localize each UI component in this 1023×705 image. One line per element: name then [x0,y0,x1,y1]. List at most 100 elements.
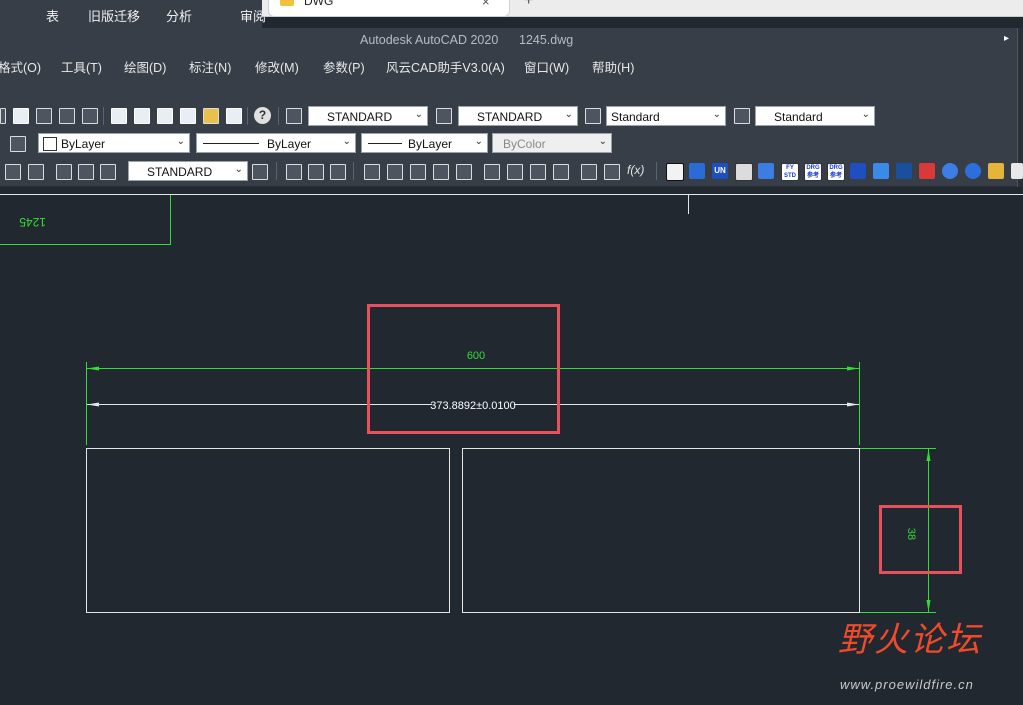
toolbar-separator [656,162,657,180]
zoom-realtime-icon[interactable] [36,108,52,124]
toolbar-separator [353,162,354,180]
film-icon[interactable] [666,163,684,181]
scale-text-icon[interactable] [100,164,116,180]
edit-text-icon[interactable] [56,164,72,180]
app-title: Autodesk AutoCAD 2020 [360,33,499,47]
dim-break-icon[interactable] [553,164,569,180]
mleader-style-icon[interactable] [734,108,750,124]
title-bar [0,28,1017,52]
dim-baseline-icon[interactable] [507,164,523,180]
dim-arrow-left-tolerance [87,402,99,407]
chevron-down-icon: ⌄ [861,109,870,120]
menu-format[interactable]: 格式(O) [0,57,41,76]
dim-text-38: 38 [905,528,917,540]
close-icon[interactable]: × [482,0,490,9]
menu-draw[interactable]: 绘图(D) [124,57,166,76]
dim-style-icon[interactable] [436,108,452,124]
linetype-dropdown[interactable]: ByLayer ⌄ [196,133,356,153]
grip-icon [0,108,6,124]
fx-icon[interactable]: f(x) [627,163,644,177]
color-dropdown[interactable]: ByLayer ⌄ [38,133,190,153]
dim-style-dropdown[interactable]: STANDARD ⌄ [458,106,578,126]
zoom-window-icon[interactable] [59,108,75,124]
pan-icon[interactable] [13,108,29,124]
left-rectangle [86,448,450,613]
image-icon[interactable] [735,163,753,181]
table-style-dropdown[interactable]: Standard ⌄ [606,106,726,126]
dim-continue-icon[interactable] [530,164,546,180]
lineweight-dropdown[interactable]: ByLayer ⌄ [361,133,488,153]
dim-delete-icon[interactable] [581,164,597,180]
browser-tab-title: DWG [304,0,334,8]
properties-icon[interactable] [111,108,127,124]
zoom-previous-icon[interactable] [82,108,98,124]
lock-icon[interactable] [484,164,500,180]
un-icon[interactable]: UN [712,163,728,179]
dim-linear-icon[interactable] [364,164,380,180]
mleader-style-dropdown[interactable]: Standard ⌄ [755,106,875,126]
color-value: ByLayer [61,137,106,151]
menu-help[interactable]: 帮助(H) [592,57,634,76]
dim-aligned-icon[interactable] [387,164,403,180]
calculator-icon[interactable] [226,108,242,124]
title-block-text: 1245 [19,215,46,229]
dim-radius-icon[interactable] [456,164,472,180]
arch-icon[interactable] [873,163,889,179]
toolbar-separator [278,107,279,125]
dim-arc-icon[interactable] [410,164,426,180]
dim-ordinate-icon[interactable] [433,164,449,180]
chevron-down-icon: ⌄ [564,109,573,120]
dimension-icon[interactable] [252,164,268,180]
highlight-box-height [879,505,962,574]
text-icon[interactable] [78,164,94,180]
dim-style-value-2: STANDARD [147,165,213,179]
menu-tools[interactable]: 工具(T) [61,57,102,76]
search-icon[interactable] [942,163,958,179]
new-tab-button[interactable]: + [524,0,533,10]
color-swatch [43,137,57,151]
fy-std-icon[interactable]: FY STD [781,163,799,181]
number-icon[interactable] [965,163,981,179]
design-center-icon[interactable] [134,108,150,124]
ribbon-tab-analyze[interactable]: 分析 [166,6,192,25]
arrow-icon[interactable] [1011,163,1023,179]
dim-style-dropdown-2[interactable]: STANDARD ⌄ [128,161,248,181]
ribbon-tab-legacy-migration[interactable]: 旧版迁移 [88,6,140,25]
text-style-icon[interactable] [286,108,302,124]
tool-icon[interactable] [758,163,774,179]
menu-dimension[interactable]: 标注(N) [189,57,231,76]
menu-parametric[interactable]: 参数(P) [323,57,365,76]
wave-icon[interactable] [28,164,44,180]
expand-icon[interactable]: ▸ [1004,33,1009,44]
dots-icon[interactable] [330,164,346,180]
grid-icon[interactable] [286,164,302,180]
check-icon[interactable] [5,164,21,180]
dim-text-600: 600 [467,350,485,362]
ribbon-tab-table[interactable]: 表 [46,6,59,25]
watermark-url: www.proewildfire.cn [840,677,974,692]
shirt-icon[interactable] [850,163,866,179]
dim-arrow-bottom [926,600,931,612]
drg-reference-icon[interactable]: DRG 参考 [804,163,822,181]
block-icon[interactable] [919,163,935,179]
text-style-dropdown[interactable]: STANDARD ⌄ [308,106,428,126]
menu-window[interactable]: 窗口(W) [524,57,569,76]
chevron-down-icon: ⌄ [712,109,721,120]
window-icon[interactable] [896,163,912,179]
help-icon[interactable]: ? [254,107,271,124]
dim-check-icon[interactable] [604,164,620,180]
menu-modify[interactable]: 修改(M) [255,57,299,76]
drg-reference-icon-2[interactable]: DRG 参考 [827,163,845,181]
mleader-style-value: Standard [774,110,823,124]
pencil-icon[interactable] [988,163,1004,179]
sheet-set-icon[interactable] [180,108,196,124]
table-style-icon[interactable] [585,108,601,124]
pattern-icon[interactable] [308,164,324,180]
menu-fengyun-cad-helper[interactable]: 风云CAD助手V3.0(A) [386,57,505,76]
lineweight-sample [368,143,402,144]
markup-icon[interactable] [203,108,219,124]
eq-icon[interactable] [689,163,705,179]
tool-palettes-icon[interactable] [157,108,173,124]
layer-state-icon[interactable] [10,136,26,152]
plot-style-dropdown: ByColor ⌄ [492,133,612,153]
